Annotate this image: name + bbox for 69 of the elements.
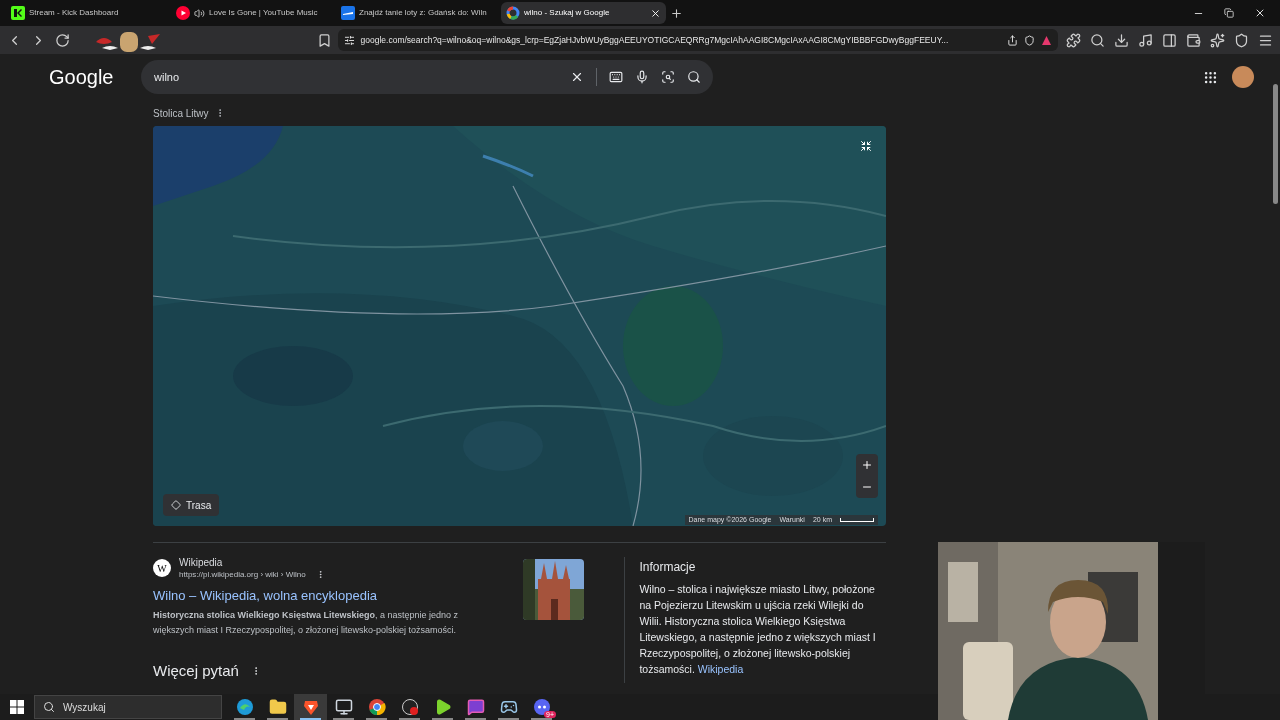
triangle-icon (1041, 34, 1053, 46)
shield-icon (1024, 34, 1036, 46)
route-icon (171, 500, 181, 510)
collapse-icon (860, 140, 872, 152)
close-icon (650, 7, 661, 19)
url-text: google.com/search?q=wilno&oq=wilno&gs_lcrp=EgZjaHJvbWUyBggAEEUYOTIGCAEQRRg7MgcIAhAAGI8CMgcIAxAAGI8CMgYIBBBFGDwyBggFEEUY... (360, 33, 950, 47)
map-heading: Stolica Litwy (153, 106, 209, 121)
browser-tab[interactable]: wilno - Szukaj w Google (501, 2, 666, 24)
wikipedia-link[interactable]: Wikipedia (697, 663, 744, 675)
chrome-icon (367, 698, 386, 716)
google-logo[interactable]: Google (49, 62, 141, 92)
record-icon (400, 698, 419, 716)
tab-title: Znajdź tanie loty z: Gdańsk do: Wiln (359, 7, 488, 19)
result-snippet: Historyczna stolica Wielkiego Księstwa Litewskiego, a następnie jedno z większych miast I Rzeczypospolitej, o złożonej litewsko-polskiej tożsamości. (153, 609, 460, 637)
search-query: wilno (154, 69, 181, 85)
browser-tab[interactable]: Znajdź tanie loty z: Gdańsk do: Wiln (336, 2, 501, 24)
speaker-icon (194, 7, 205, 19)
avatar[interactable] (1232, 66, 1254, 88)
camera-search-icon (661, 70, 675, 84)
section-heading: Więcej pytań (153, 661, 239, 681)
site-name: Wikipedia (179, 557, 224, 570)
download-icon (1113, 32, 1129, 48)
monitor-icon (334, 698, 353, 716)
menu-icon (1257, 32, 1273, 48)
plus-icon (861, 459, 873, 471)
new-tab-icon (670, 6, 683, 20)
sidebar-icon (1161, 32, 1177, 48)
play-circle-icon (176, 6, 190, 20)
site-favicon: W (153, 559, 171, 578)
browser-tab[interactable]: Love Is Gone | YouTube Music (171, 2, 336, 24)
assistant-icon (1209, 32, 1225, 48)
gamepad-icon (499, 698, 518, 716)
clear-icon (570, 70, 584, 84)
folder-icon (268, 698, 287, 716)
result-title-link[interactable]: Wilno – Wikipedia, wolna encyklopedia (153, 585, 514, 605)
taskbar-search-field[interactable]: Wyszukaj (34, 695, 222, 719)
scrollbar[interactable] (1273, 84, 1278, 204)
info-heading: Informacje (639, 559, 697, 576)
keyboard-icon (609, 70, 623, 84)
windows-icon[interactable] (10, 700, 24, 714)
restore-icon (1224, 8, 1234, 18)
search-placeholder: Wyszukaj (63, 700, 106, 715)
search-field[interactable]: wilno (141, 60, 713, 94)
google-icon (506, 6, 520, 20)
search-icon (43, 701, 55, 713)
address-bar[interactable]: google.com/search?q=wilno&oq=wilno&gs_lcrp=EgZjaHJvbWUyBggAEEUYOTIGCAEQRRg7MgcIAhAAGI8CMgcIAxAAGI8CMgYIBBBFGDwyBggFEEUY... (337, 29, 1059, 51)
tab-logo-icon (11, 6, 25, 20)
tab-title: Love Is Gone | YouTube Music (209, 7, 319, 19)
info-description: Wilno – stolica i największe miasto Litwy, położone na Pojezierzu Litewskim u ujścia rzeki Wilejki do Wilii. Historyczna stolica Wielkiego Księstwa Litewskiego, a następnie jedno z większych miast I Rzeczypospolitej, o złożonej litewsko-polskiej tożsamości. Wikipedia (639, 582, 877, 677)
bookmark-icon (317, 32, 333, 48)
browser-tab[interactable]: Stream - Kick Dashboard (6, 2, 171, 24)
extensions-icon (1065, 32, 1081, 48)
apps-grid-icon (1203, 69, 1218, 85)
microphone-icon (635, 70, 649, 84)
result-breadcrumb: https://pl.wikipedia.org › wiki › Wilno (179, 569, 306, 580)
site-settings-icon (343, 34, 355, 46)
lion-icon (301, 698, 320, 716)
taskbar-app[interactable] (294, 694, 327, 720)
wallet-icon (1185, 32, 1201, 48)
music-icon (1137, 32, 1153, 48)
edge-swirl-icon (235, 698, 254, 716)
chat-icon (466, 698, 485, 716)
share-icon (1007, 34, 1019, 46)
reload-icon (55, 32, 71, 48)
route-button[interactable]: Trasa (163, 494, 220, 516)
tab-title: Stream - Kick Dashboard (29, 7, 120, 19)
tab-title: wilno - Szukaj w Google (524, 7, 611, 19)
close-icon (1254, 7, 1266, 19)
search-icon (687, 70, 701, 84)
